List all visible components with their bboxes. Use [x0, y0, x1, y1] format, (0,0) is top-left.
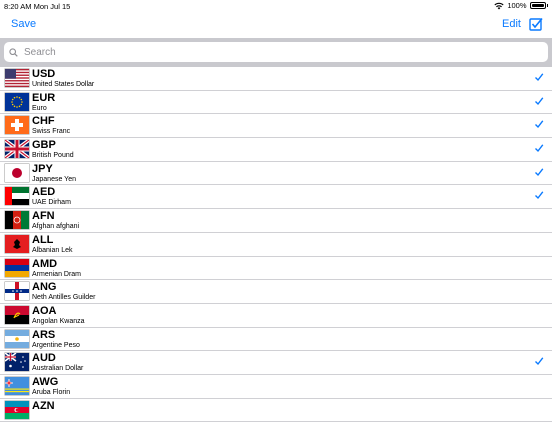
- currency-name: United States Dollar: [32, 81, 95, 88]
- battery-icon: [529, 2, 546, 9]
- ar-flag-icon: [5, 329, 29, 348]
- currency-row-aud[interactable]: AUD Australian Dollar: [0, 351, 552, 375]
- am-flag-icon: [5, 258, 29, 277]
- currency-code: AMD: [32, 257, 58, 270]
- currency-code: ALL: [32, 233, 54, 246]
- currency-code: AFN: [32, 210, 55, 223]
- currency-name: Albanian Lek: [32, 246, 73, 254]
- currency-row-azn[interactable]: AZN: [0, 399, 552, 422]
- eu-flag-icon: [5, 92, 29, 111]
- currency-code: AUD: [32, 352, 56, 365]
- currency-row-afn[interactable]: AFN Afghan afghani: [0, 209, 552, 233]
- currency-row-aoa[interactable]: AOA Angolan Kwanza: [0, 304, 552, 328]
- currency-row-usd[interactable]: USD United States Dollar: [0, 67, 552, 91]
- status-date-text: Mon Jul 15: [33, 2, 71, 11]
- checkbox-checked-icon[interactable]: [529, 17, 543, 31]
- currency-name: Afghan afghani: [32, 223, 80, 231]
- currency-code: ANG: [32, 281, 57, 294]
- au-flag-icon: [5, 353, 29, 372]
- currency-name: Aruba Florin: [32, 388, 71, 396]
- currency-row-ang[interactable]: ANG Neth Antilles Guilder: [0, 280, 552, 304]
- checkmark-icon: [535, 97, 544, 105]
- status-bar: 8:20 AM Mon Jul 15 100%: [0, 0, 552, 12]
- currency-name: Angolan Kwanza: [32, 317, 85, 325]
- currency-code: EUR: [32, 91, 56, 104]
- currency-code: ARS: [32, 328, 56, 341]
- currency-code: AZN: [32, 399, 55, 412]
- nav-bar: Save Edit: [0, 12, 552, 38]
- search-icon: [9, 47, 18, 57]
- currency-row-amd[interactable]: AMD Armenian Dram: [0, 257, 552, 281]
- currency-row-eur[interactable]: EUR Euro: [0, 91, 552, 115]
- search-field[interactable]: [4, 42, 548, 62]
- jp-flag-icon: [5, 163, 29, 182]
- currency-row-ars[interactable]: ARS Argentine Peso: [0, 328, 552, 352]
- checkmark-icon: [535, 73, 544, 82]
- status-right: 100%: [494, 1, 548, 10]
- checkmark-icon: [535, 357, 544, 366]
- currency-code: JPY: [32, 162, 53, 175]
- currency-code: USD: [32, 68, 56, 80]
- ao-flag-icon: [5, 305, 29, 324]
- currency-row-jpy[interactable]: JPY Japanese Yen: [0, 162, 552, 186]
- status-time: 8:20 AM Mon Jul 15: [4, 2, 70, 11]
- wifi-icon: [494, 2, 504, 9]
- af-flag-icon: [5, 211, 29, 230]
- save-button[interactable]: Save: [11, 18, 36, 30]
- status-time-text: 8:20 AM: [4, 2, 32, 11]
- checkmark-icon: [535, 168, 544, 176]
- checkmark-icon: [535, 144, 544, 153]
- currency-code: CHF: [32, 115, 55, 128]
- checkmark-icon: [535, 191, 544, 200]
- currency-code: AED: [32, 186, 56, 199]
- us-flag-icon: [5, 69, 29, 87]
- an-flag-icon: [5, 282, 29, 301]
- ae-flag-icon: [5, 187, 29, 206]
- battery-percent: 100%: [507, 1, 527, 10]
- search-input[interactable]: [22, 45, 526, 59]
- az-flag-icon: [5, 400, 29, 419]
- currency-code: GBP: [32, 139, 56, 152]
- currency-name: Armenian Dram: [32, 270, 82, 278]
- currency-name: Australian Dollar: [32, 365, 84, 373]
- gb-flag-icon: [5, 140, 29, 159]
- currency-name: British Pound: [32, 152, 74, 160]
- currency-row-aed[interactable]: AED UAE Dirham: [0, 185, 552, 210]
- currency-row-gbp[interactable]: GBP British Pound: [0, 138, 552, 162]
- edit-button[interactable]: Edit: [502, 18, 521, 30]
- al-flag-icon: [5, 234, 29, 253]
- currency-name: Argentine Peso: [32, 341, 80, 349]
- currency-row-all[interactable]: ALL Albanian Lek: [0, 233, 552, 257]
- aw-flag-icon: [5, 376, 29, 395]
- currency-name: Swiss Franc: [32, 128, 71, 136]
- currency-list: USD United States Dollar EUR Euro CHF Swiss F…: [0, 67, 552, 422]
- currency-row-chf[interactable]: CHF Swiss Franc: [0, 114, 552, 139]
- currency-code: AWG: [32, 375, 59, 388]
- currency-name: Euro: [32, 104, 47, 112]
- currency-name: Japanese Yen: [32, 175, 76, 183]
- checkmark-icon: [535, 120, 544, 129]
- currency-name: UAE Dirham: [32, 199, 71, 207]
- ch-flag-icon: [5, 116, 29, 135]
- battery-tip: [546, 4, 548, 7]
- currency-name: Neth Antilles Guilder: [32, 294, 96, 302]
- search-bar: [0, 38, 552, 67]
- currency-row-awg[interactable]: AWG Aruba Florin: [0, 375, 552, 399]
- currency-code: AOA: [32, 304, 57, 317]
